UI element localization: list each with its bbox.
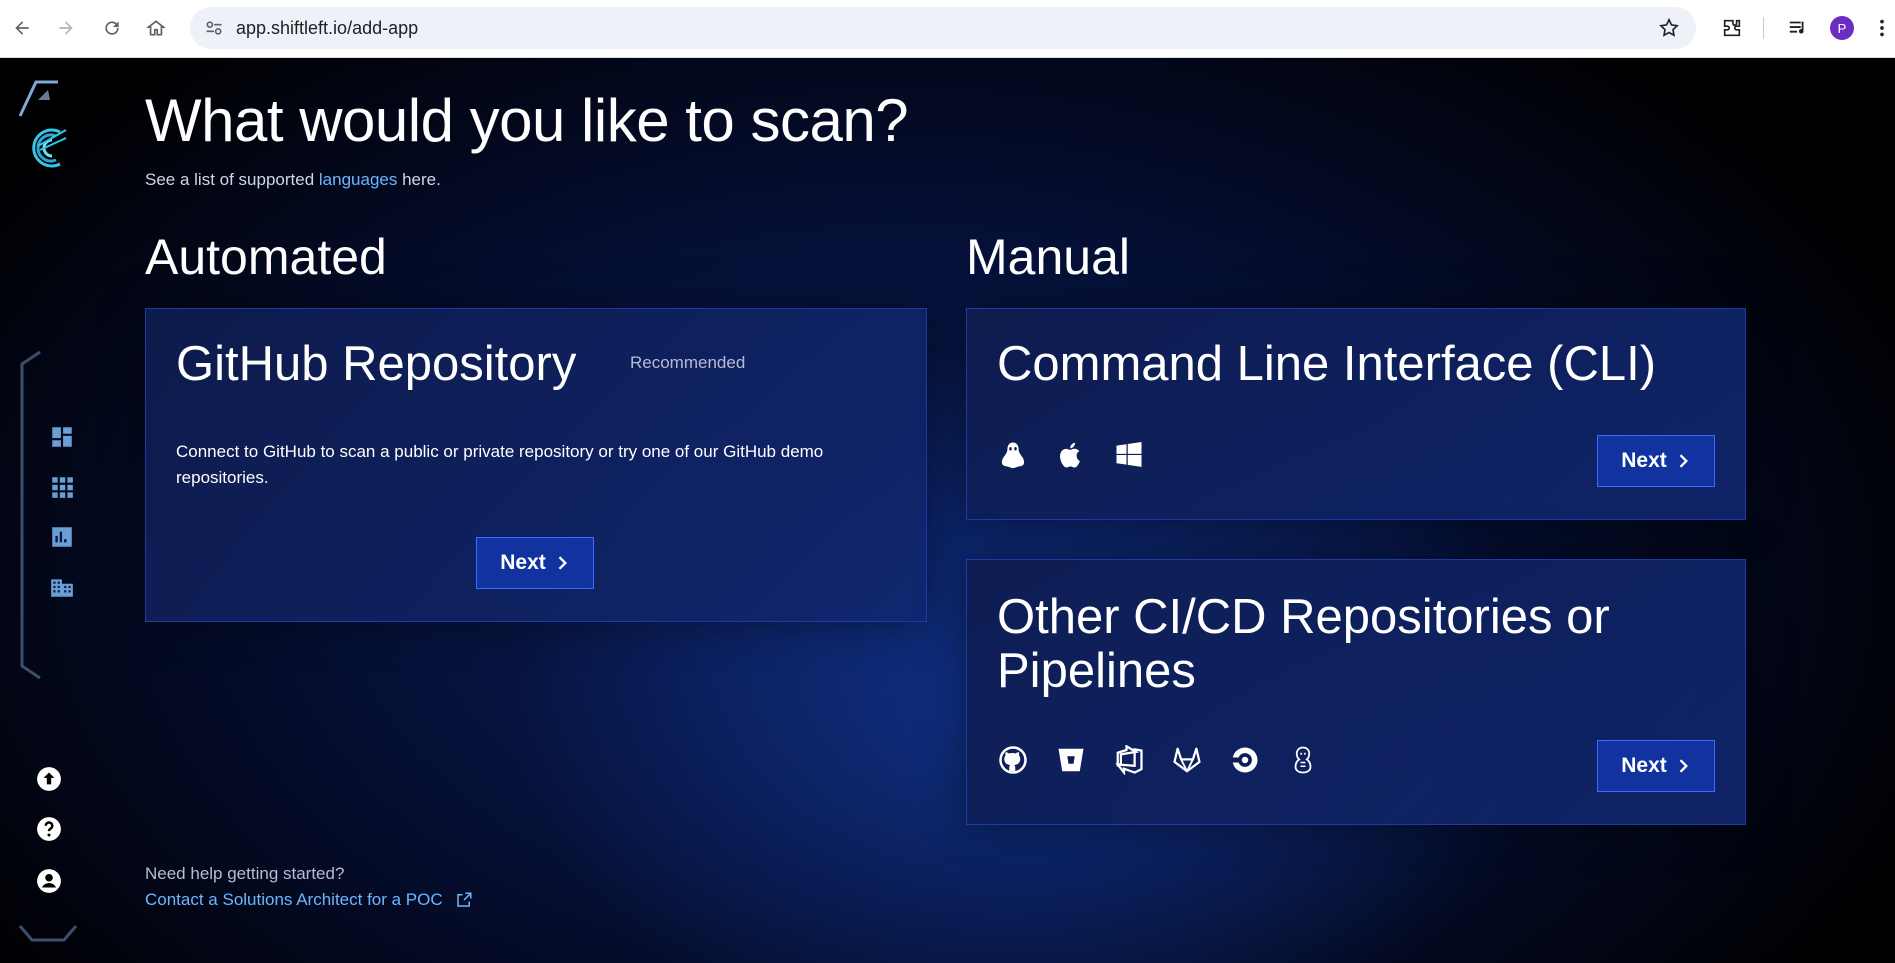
external-link-icon xyxy=(456,892,472,907)
linux-icon xyxy=(997,439,1029,471)
home-icon xyxy=(146,20,166,36)
profile-avatar[interactable]: P xyxy=(1830,16,1854,40)
cicd-card[interactable]: Other CI/CD Repositories or Pipelines Ne… xyxy=(966,559,1746,825)
reports-icon xyxy=(52,527,72,547)
upload-icon xyxy=(37,767,61,791)
github-next-button[interactable]: Next xyxy=(476,537,594,589)
windows-icon xyxy=(1113,439,1145,471)
forward-arrow-icon xyxy=(59,21,73,35)
forward-button[interactable] xyxy=(52,14,80,42)
site-settings-icon[interactable] xyxy=(204,18,224,38)
shiftleft-logo-icon[interactable] xyxy=(30,126,68,168)
chevron-right-icon xyxy=(1679,759,1688,773)
main-content: What would you like to scan? See a list … xyxy=(145,58,1845,963)
gitlab-icon xyxy=(1171,744,1203,776)
url-text: app.shiftleft.io/add-app xyxy=(236,18,419,38)
sidebar-item-help[interactable] xyxy=(34,814,64,844)
sidebar-frame-decoration xyxy=(20,350,41,680)
reload-icon xyxy=(105,21,119,35)
github-card-title: GitHub Repository xyxy=(176,337,577,391)
puzzle-icon xyxy=(1723,19,1741,37)
collapse-sidebar-icon[interactable] xyxy=(18,80,62,120)
next-label: Next xyxy=(1621,449,1667,472)
back-button[interactable] xyxy=(8,14,36,42)
next-label: Next xyxy=(500,551,546,574)
bookmark-star-icon[interactable] xyxy=(1658,17,1680,39)
page-title: What would you like to scan? xyxy=(145,87,909,154)
cli-card-title: Command Line Interface (CLI) xyxy=(997,337,1657,391)
page-subtitle: See a list of supported languages here. xyxy=(145,170,441,190)
dashboard-icon xyxy=(52,427,72,447)
next-label: Next xyxy=(1621,754,1667,777)
help-section: Need help getting started? Contact a Sol… xyxy=(145,864,472,909)
cli-next-button[interactable]: Next xyxy=(1597,435,1715,487)
sidebar-item-upload[interactable] xyxy=(34,764,64,794)
manual-heading: Manual xyxy=(966,229,1130,285)
azure-devops-icon xyxy=(1113,744,1145,776)
sidebar-item-organization[interactable] xyxy=(47,572,77,602)
contact-solutions-architect-link[interactable]: Contact a Solutions Architect for a POC xyxy=(145,890,473,910)
chevron-right-icon xyxy=(558,556,567,570)
subtitle-text: See a list of supported xyxy=(145,170,319,189)
cicd-next-button[interactable]: Next xyxy=(1597,740,1715,792)
apple-icon xyxy=(1055,439,1087,471)
circleci-icon xyxy=(1229,744,1261,776)
back-arrow-icon xyxy=(15,21,29,35)
browser-toolbar: app.shiftleft.io/add-app P xyxy=(0,0,1895,58)
github-icon xyxy=(997,744,1029,776)
jenkins-icon xyxy=(1287,744,1319,776)
os-icon-row xyxy=(997,439,1145,471)
bitbucket-icon xyxy=(1055,744,1087,776)
sidebar-item-reports[interactable] xyxy=(47,522,77,552)
reload-button[interactable] xyxy=(98,14,126,42)
more-vert-icon xyxy=(1880,19,1884,37)
cicd-icon-row xyxy=(997,744,1319,776)
account-icon xyxy=(37,869,61,893)
sidebar-item-apps[interactable] xyxy=(47,472,77,502)
help-icon xyxy=(37,817,61,841)
extensions-button[interactable] xyxy=(1718,14,1746,42)
apps-grid-icon xyxy=(52,477,73,498)
languages-link[interactable]: languages xyxy=(319,170,397,189)
address-bar[interactable]: app.shiftleft.io/add-app xyxy=(190,7,1696,49)
home-button[interactable] xyxy=(142,14,170,42)
chevron-right-icon xyxy=(1679,454,1688,468)
browser-menu-button[interactable] xyxy=(1872,14,1892,42)
github-card-description: Connect to GitHub to scan a public or pr… xyxy=(176,442,824,487)
github-repository-card[interactable]: GitHub Repository Recommended Connect to… xyxy=(145,308,927,622)
sidebar-item-dashboard[interactable] xyxy=(47,422,77,452)
subtitle-suffix: here. xyxy=(397,170,441,189)
sidebar xyxy=(0,58,100,963)
cicd-card-title: Other CI/CD Repositories or Pipelines xyxy=(997,590,1610,698)
help-link-text: Contact a Solutions Architect for a POC xyxy=(145,890,443,909)
media-control-button[interactable] xyxy=(1784,14,1812,42)
sidebar-item-account[interactable] xyxy=(34,866,64,896)
sidebar-bottom-decoration xyxy=(18,925,78,942)
help-label: Need help getting started? xyxy=(145,864,345,883)
toolbar-divider xyxy=(1763,17,1764,39)
app-container: What would you like to scan? See a list … xyxy=(0,58,1895,963)
cli-card[interactable]: Command Line Interface (CLI) Next xyxy=(966,308,1746,520)
playlist-icon xyxy=(1789,21,1804,34)
recommended-badge: Recommended xyxy=(630,353,746,372)
automated-heading: Automated xyxy=(145,229,387,285)
organization-icon xyxy=(51,579,73,597)
